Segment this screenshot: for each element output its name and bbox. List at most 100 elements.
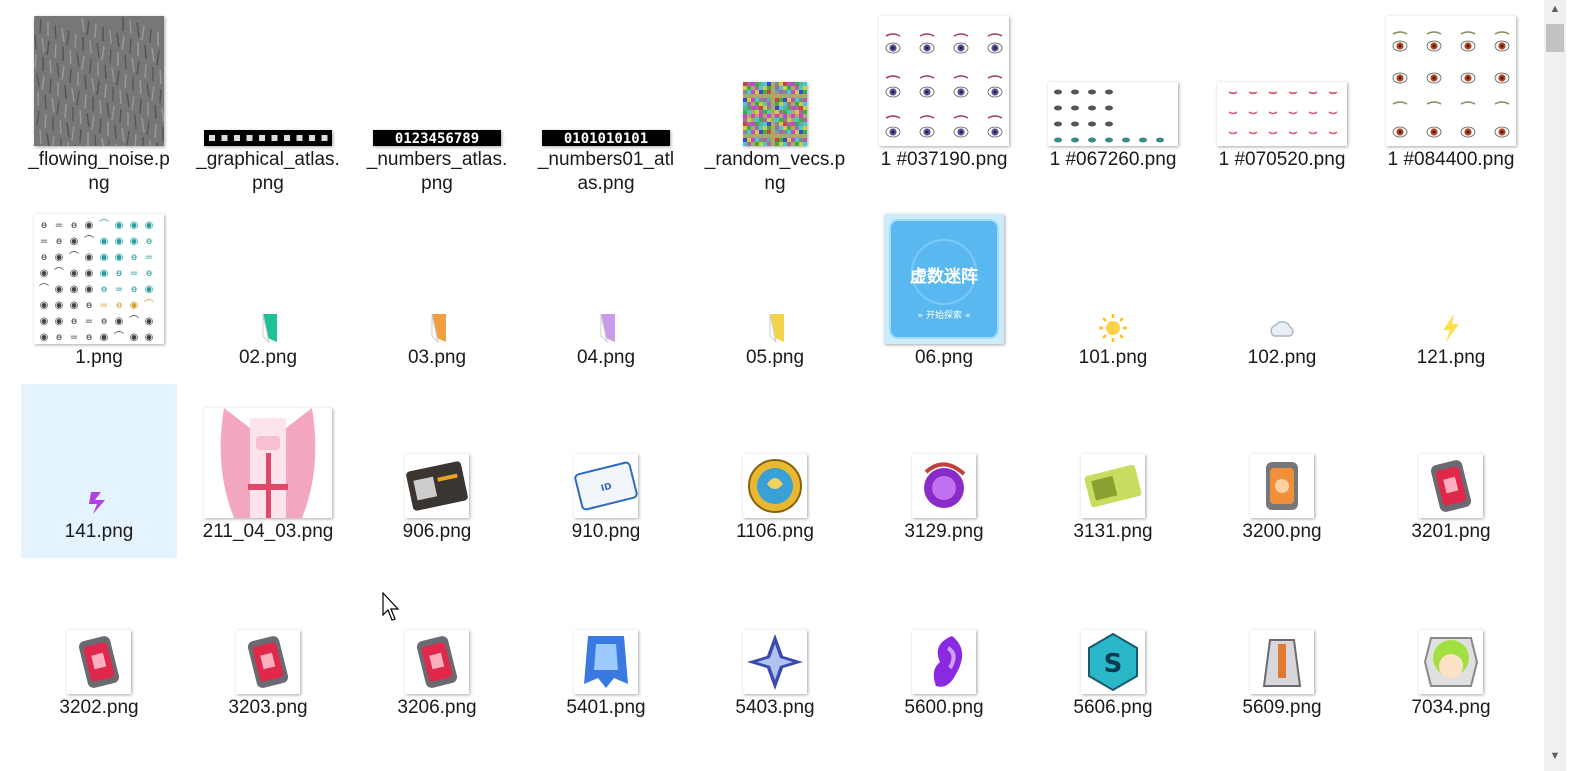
file-item[interactable]: 05.png — [697, 210, 853, 384]
svg-text:◉: ◉ — [55, 316, 64, 327]
file-item[interactable]: 3131.png — [1035, 384, 1191, 558]
file-name-label: 03.png — [407, 347, 467, 368]
file-item[interactable]: 1 #070520.png — [1204, 12, 1360, 208]
svg-text:ɵ: ɵ — [131, 252, 137, 263]
svg-text:⌒: ⌒ — [39, 283, 49, 295]
file-item[interactable]: _random_vecs.png — [697, 12, 853, 208]
file-name-label: 1 #084400.png — [1387, 149, 1515, 170]
svg-text:◉: ◉ — [145, 284, 154, 295]
svg-text:◉: ◉ — [85, 252, 94, 263]
vertical-scrollbar[interactable]: ▲ ▼ — [1544, 0, 1566, 771]
gold-coin-thumbnail — [743, 454, 807, 518]
svg-text:=: = — [145, 252, 153, 263]
svg-text:ɵ: ɵ — [41, 252, 47, 263]
file-item[interactable]: 3202.png — [21, 560, 177, 734]
file-name-label: 3206.png — [397, 697, 477, 718]
red-canister-thumbnail — [405, 630, 469, 694]
svg-text:◉: ◉ — [70, 300, 79, 311]
file-item[interactable]: 101.png — [1035, 210, 1191, 384]
svg-text:ɵ: ɵ — [116, 300, 122, 311]
file-item[interactable]: 3200.png — [1204, 384, 1360, 558]
svg-text:ɵ: ɵ — [116, 268, 122, 279]
strip-binary-thumbnail: 0101010101 — [542, 130, 670, 146]
file-item[interactable]: 3129.png — [866, 384, 1022, 558]
file-item[interactable]: _graphical_atlas.png — [190, 12, 346, 208]
file-item[interactable]: 0101010101 _numbers01_atlas.png — [528, 12, 684, 208]
svg-text:ɵ: ɵ — [86, 300, 92, 311]
file-item[interactable]: 211_04_03.png — [190, 384, 346, 558]
svg-text:⌒: ⌒ — [54, 267, 64, 279]
file-name-label: 04.png — [576, 347, 636, 368]
svg-text:⌒: ⌒ — [144, 299, 154, 311]
svg-text:◉: ◉ — [40, 268, 49, 279]
file-name-label: 3129.png — [904, 521, 984, 542]
scroll-up-arrow-icon[interactable]: ▲ — [1544, 0, 1566, 18]
purple-orb-thumbnail — [912, 454, 976, 518]
svg-text:⌒: ⌒ — [69, 251, 79, 263]
svg-text:◉: ◉ — [85, 220, 94, 231]
file-item[interactable]: 0123456789 _numbers_atlas.png — [359, 12, 515, 208]
file-item[interactable]: 1 #037190.png — [866, 12, 1022, 208]
file-item[interactable]: 102.png — [1204, 210, 1360, 384]
purple-ear-thumbnail — [912, 630, 976, 694]
file-item[interactable]: 141.png — [21, 384, 177, 558]
scroll-down-arrow-icon[interactable]: ▼ — [1544, 747, 1566, 765]
file-item[interactable]: 5600.png — [866, 560, 1022, 734]
file-item[interactable]: 121.png — [1373, 210, 1529, 384]
file-item[interactable]: 5401.png — [528, 560, 684, 734]
file-item[interactable]: 1 #067260.png — [1035, 12, 1191, 208]
file-item[interactable]: 04.png — [528, 210, 684, 384]
svg-text:◉: ◉ — [85, 284, 94, 295]
svg-text:ɵ: ɵ — [146, 236, 152, 247]
svg-text:◉: ◉ — [145, 316, 154, 327]
svg-text:» 开始探索 «: » 开始探索 « — [918, 309, 971, 321]
file-item[interactable]: 5403.png — [697, 560, 853, 734]
lightning-icon-thumbnail — [1435, 312, 1467, 344]
file-item[interactable]: 3206.png — [359, 560, 515, 734]
file-item[interactable]: 5609.png — [1204, 560, 1360, 734]
file-item[interactable]: 906.png — [359, 384, 515, 558]
bookmark-orange-thumbnail — [426, 312, 448, 344]
file-name-label: _numbers01_atlas.png — [537, 149, 675, 194]
svg-text:◉: ◉ — [130, 236, 139, 247]
svg-text:⌒: ⌒ — [129, 315, 139, 327]
scroll-thumb[interactable] — [1546, 24, 1564, 52]
strip-icons-thumbnail — [204, 130, 332, 146]
file-item[interactable]: S 5606.png — [1035, 560, 1191, 734]
file-item[interactable]: 7034.png — [1373, 560, 1529, 734]
svg-text:ɵ: ɵ — [131, 284, 137, 295]
svg-text:◉: ◉ — [145, 332, 154, 343]
file-name-label: 5600.png — [904, 697, 984, 718]
svg-text:◉: ◉ — [115, 316, 124, 327]
file-item[interactable]: 虚数迷阵 » 开始探索 « 06.png — [866, 210, 1022, 384]
mouth-sheet-thumbnail — [1217, 82, 1347, 146]
svg-text:◉: ◉ — [115, 236, 124, 247]
file-item[interactable]: 3203.png — [190, 560, 346, 734]
svg-text:◉: ◉ — [70, 284, 79, 295]
strip-digits-thumbnail: 0123456789 — [373, 130, 501, 146]
svg-text:ɵ: ɵ — [101, 316, 107, 327]
bookmark-green-thumbnail — [257, 312, 279, 344]
file-item[interactable]: 1106.png — [697, 384, 853, 558]
blue-star-emblem-thumbnail — [743, 630, 807, 694]
file-name-label: 1106.png — [736, 521, 814, 542]
file-item[interactable]: ɵ = ɵ ◉ ⌒ ◉ ◉ ◉ = ɵ ◉ ⌒ ◉ ◉ ◉ ɵ ɵ ◉ ⌒ ◉ ◉ ◉ ɵ = ◉ ⌒ ◉ ◉ ◉ ɵ = ɵ ⌒ ◉ ◉ ◉ ɵ = ɵ ◉… — [21, 210, 177, 384]
file-name-label: 5606.png — [1073, 697, 1153, 718]
file-item[interactable]: ID 910.png — [528, 384, 684, 558]
green-hair-chibi-thumbnail — [1419, 630, 1483, 694]
svg-text:ɵ: ɵ — [56, 332, 62, 343]
eyes-orange-thumbnail — [1386, 16, 1516, 146]
blue-cloth-thumbnail — [574, 630, 638, 694]
file-item[interactable]: _flowing_noise.png — [21, 12, 177, 208]
green-ticket-thumbnail — [1081, 454, 1145, 518]
file-name-label: 5609.png — [1242, 697, 1322, 718]
file-item[interactable]: 3201.png — [1373, 384, 1529, 558]
file-item[interactable]: 1 #084400.png — [1373, 12, 1529, 208]
eyes-purple-thumbnail — [879, 16, 1009, 146]
noise-thumbnail — [34, 16, 164, 146]
file-name-label: 121.png — [1416, 347, 1486, 368]
file-item[interactable]: 03.png — [359, 210, 515, 384]
file-item[interactable]: 02.png — [190, 210, 346, 384]
file-name-label: _flowing_noise.png — [28, 149, 170, 194]
file-name-label: 211_04_03.png — [202, 521, 334, 542]
